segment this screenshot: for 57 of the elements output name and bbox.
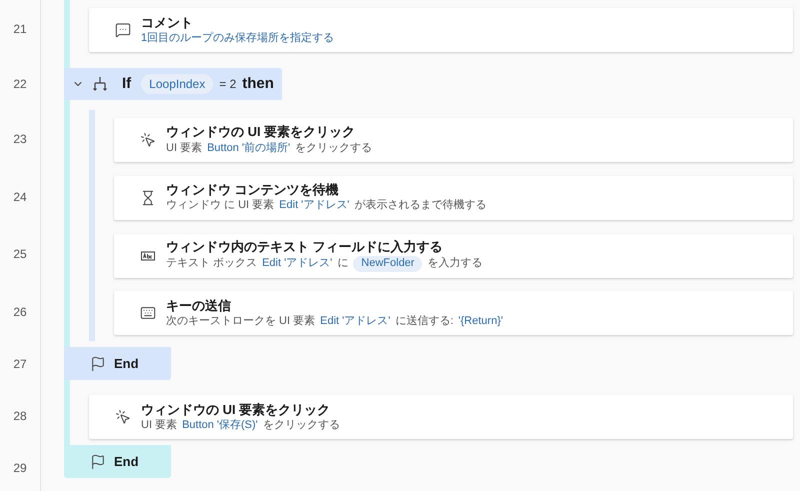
line-number: 26 xyxy=(13,304,27,322)
reference-text: Button '前の場所' xyxy=(207,142,290,156)
action-title: ウィンドウ内のテキスト フィールドに入力する xyxy=(166,239,444,256)
keyboard-icon xyxy=(140,305,156,322)
action-title: コメント xyxy=(141,14,194,31)
action-card[interactable]: ウィンドウ コンテンツを待機 ウィンドウ に UI 要素 Edit 'アドレス' が表示されるまで待機する xyxy=(114,176,793,220)
action-title: ウィンドウ コンテンツを待機 xyxy=(166,182,340,198)
reference-text: Edit 'アドレス' xyxy=(320,315,390,329)
line-number: 27 xyxy=(13,356,27,374)
action-card[interactable]: コメント 1回目のループのみ保存場所を指定する xyxy=(89,8,793,52)
action-card[interactable]: ウィンドウ内のテキスト フィールドに入力する テキスト ボックス Edit 'アドレス' に NewFolder を入力する xyxy=(114,234,793,278)
action-title: ウィンドウの UI 要素をクリック xyxy=(166,124,356,141)
reference-text: '{Return}' xyxy=(458,315,503,329)
pointer-click-icon xyxy=(115,409,131,426)
description-text: = 2 xyxy=(219,76,236,93)
flag-icon xyxy=(90,454,106,470)
branch-icon xyxy=(92,76,108,92)
keyword-text: then xyxy=(242,74,274,94)
action-card[interactable]: ウィンドウの UI 要素をクリック UI 要素 Button '前の場所' をクリックする xyxy=(114,118,793,162)
action-card[interactable]: キーの送信 次のキーストロークを UI 要素 Edit 'アドレス' に送信する: '{Return}' xyxy=(114,291,793,336)
description-text: UI 要素 xyxy=(166,142,202,156)
pointer-click-icon xyxy=(140,132,156,148)
line-number: 23 xyxy=(13,130,27,148)
if-keyword: If xyxy=(122,74,132,94)
description-text: UI 要素 xyxy=(141,418,178,433)
reference-text: Edit 'アドレス' xyxy=(279,199,350,214)
variable-chip: LoopIndex xyxy=(141,74,214,94)
description-text: を入力する xyxy=(427,257,482,272)
end-label: End xyxy=(114,452,139,471)
line-number: 22 xyxy=(13,76,27,93)
description-text: が表示されるまで待機する xyxy=(354,199,486,214)
end-label: End xyxy=(114,355,139,374)
reference-text: 1回目のループのみ保存場所を指定する xyxy=(141,32,334,46)
line-number: 25 xyxy=(13,246,27,264)
hourglass-icon xyxy=(140,190,156,206)
line-number: 21 xyxy=(13,20,27,38)
if-block-header[interactable]: If LoopIndex = 2 then xyxy=(64,68,282,100)
variable-chip: NewFolder xyxy=(353,256,422,272)
action-card[interactable]: ウィンドウの UI 要素をクリック UI 要素 Button '保存(S)' をクリックする xyxy=(89,395,793,440)
action-title: ウィンドウの UI 要素をクリック xyxy=(141,402,332,418)
end-block[interactable]: End xyxy=(64,445,171,478)
line-number: 28 xyxy=(13,408,27,426)
description-text: に送信する: xyxy=(395,315,454,329)
flag-icon xyxy=(90,356,106,372)
description-text: テキスト ボックス xyxy=(166,257,258,272)
end-block[interactable]: End xyxy=(64,347,171,380)
comment-icon xyxy=(115,22,131,38)
description-text: に xyxy=(337,257,348,272)
description-text: ウィンドウ に UI 要素 xyxy=(166,199,274,214)
description-text: をクリックする xyxy=(295,142,372,156)
reference-text: Edit 'アドレス' xyxy=(262,257,332,272)
reference-text: Button '保存(S)' xyxy=(182,418,258,433)
description-text: をクリックする xyxy=(262,418,340,433)
description-text: 次のキーストロークを UI 要素 xyxy=(166,315,316,329)
line-number: 29 xyxy=(13,460,27,477)
action-title: キーの送信 xyxy=(166,298,232,314)
line-number: 24 xyxy=(13,188,27,206)
